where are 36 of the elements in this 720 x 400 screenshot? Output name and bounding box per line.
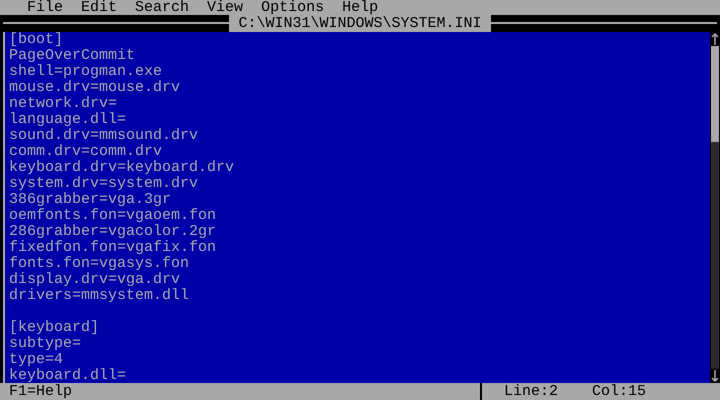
code-line: PageOverCommit <box>9 47 136 64</box>
code-line: shell=progman.exe <box>9 63 162 80</box>
code-line: system.drv=system.drv <box>9 175 198 192</box>
code-line: keyboard.drv=keyboard.drv <box>9 159 234 176</box>
code-line: drivers=mmsystem.dll <box>9 287 190 304</box>
vertical-scrollbar[interactable] <box>710 32 720 383</box>
menu-item[interactable]: Options <box>261 0 324 16</box>
code-line: type=4 <box>9 351 64 368</box>
menu-item[interactable]: Edit <box>81 0 118 16</box>
code-line: comm.drv=comm.drv <box>9 143 162 160</box>
text-editor[interactable] <box>3 32 710 383</box>
section-header: [keyboard] <box>9 319 100 336</box>
code-line: network.drv= <box>9 95 118 112</box>
code-line: oemfonts.fon=vgaoem.fon <box>9 207 216 224</box>
code-line: fixedfon.fon=vgafix.fon <box>9 239 216 256</box>
scroll-up-arrow-icon[interactable] <box>711 32 719 46</box>
section-header: [boot] <box>9 32 64 48</box>
menu-item[interactable]: View <box>207 0 244 16</box>
status-column: Col:15 <box>592 384 646 400</box>
menu-item[interactable]: Search <box>135 0 190 16</box>
menu-item[interactable]: File <box>27 0 64 16</box>
code-line: language.dll= <box>9 111 126 128</box>
code-line: fonts.fon=vgasys.fon <box>9 255 190 272</box>
code-line: mouse.drv=mouse.drv <box>9 79 180 96</box>
code-line: 386grabber=vga.3gr <box>9 191 172 208</box>
scrollbar-thumb[interactable] <box>711 46 719 142</box>
code-line: 286grabber=vgacolor.2gr <box>9 223 216 240</box>
menu-item[interactable]: Help <box>342 0 378 16</box>
code-line: display.drv=vga.drv <box>9 271 180 288</box>
scroll-down-arrow-icon[interactable] <box>711 369 719 383</box>
code-line: subtype= <box>9 335 82 352</box>
code-line: keyboard.dll= <box>9 367 126 383</box>
window-title: C:\WIN31\WINDOWS\SYSTEM.INI <box>229 15 491 32</box>
status-line: Line:2 <box>503 384 560 400</box>
code-line: sound.drv=mmsound.drv <box>9 127 198 144</box>
status-help: F1=Help <box>8 384 74 400</box>
